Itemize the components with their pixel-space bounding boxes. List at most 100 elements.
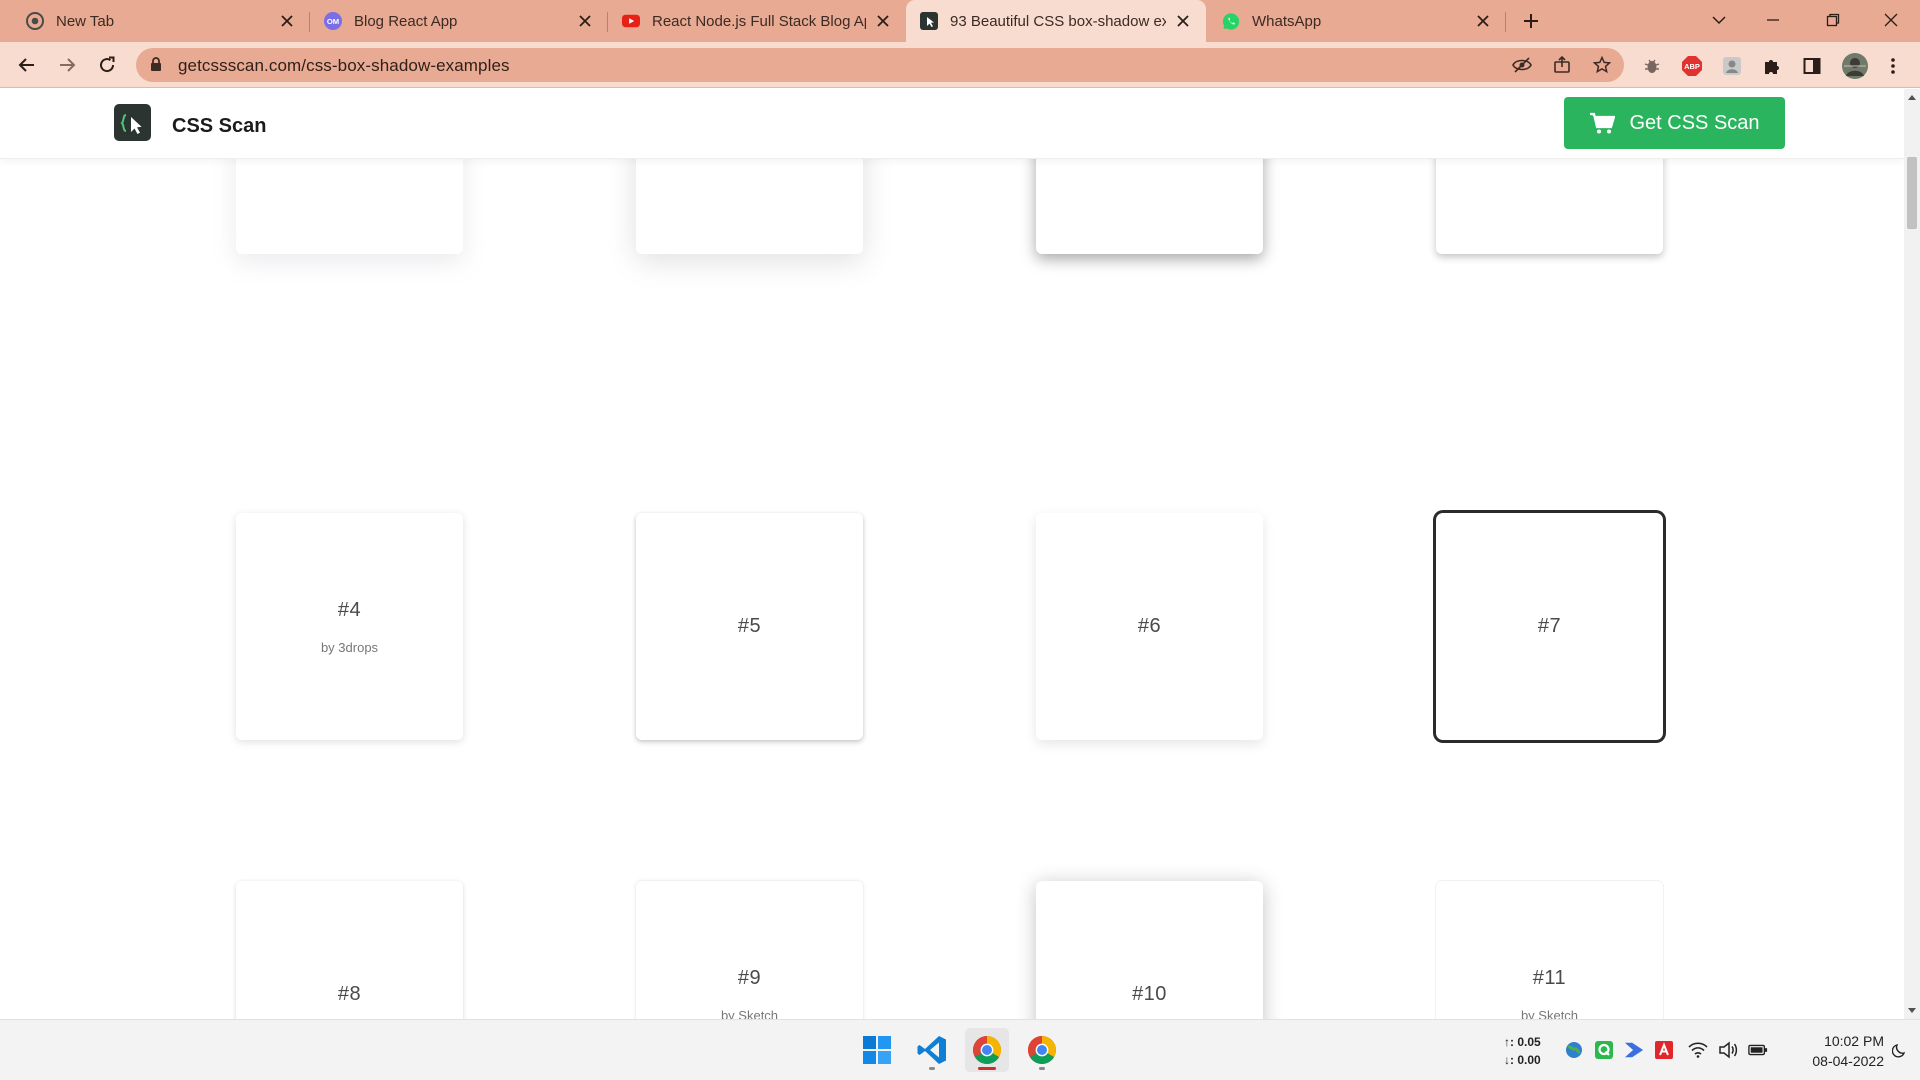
shopping-cart-icon [1590, 112, 1616, 134]
card-label: #11 [1532, 966, 1567, 989]
arrow-left-icon [18, 58, 34, 72]
scroll-down-arrow-icon[interactable] [1904, 1003, 1920, 1019]
close-window-button[interactable] [1862, 0, 1920, 40]
page-scrollbar[interactable] [1904, 89, 1920, 1019]
taskbar-chrome-second[interactable] [1020, 1028, 1064, 1072]
tab-css-box-shadow-examples[interactable]: 93 Beautiful CSS box-shadow examples [906, 0, 1206, 42]
windows-start-icon [863, 1036, 891, 1064]
card-credit: by Sketch [720, 1007, 779, 1020]
tab-youtube-video[interactable]: React Node.js Full Stack Blog App [608, 0, 906, 42]
plus-icon [1524, 14, 1538, 28]
bookmark-star-icon[interactable] [1592, 55, 1612, 75]
tab-search-button[interactable] [1690, 0, 1748, 40]
cssscan-favicon-icon [920, 12, 938, 30]
kebab-menu-icon[interactable] [1882, 55, 1904, 77]
shadow-card[interactable]: #7 [1436, 513, 1663, 740]
tab-title: 93 Beautiful CSS box-shadow examples [950, 12, 1166, 30]
tab-whatsapp[interactable]: WhatsApp [1208, 0, 1506, 42]
volume-icon[interactable] [1718, 1040, 1738, 1060]
chrome-icon [973, 1036, 1001, 1064]
system-clock[interactable]: 10:02 PM 08-04-2022 [1780, 1031, 1884, 1071]
lock-icon[interactable] [150, 57, 162, 77]
red-app-tray-icon[interactable] [1654, 1040, 1674, 1060]
minimize-button[interactable] [1744, 0, 1802, 40]
shadow-card[interactable]: #11 by Sketch [1436, 881, 1663, 1019]
new-tab-button[interactable] [1518, 8, 1544, 34]
forward-button[interactable] [52, 50, 82, 80]
tab-new-tab[interactable]: New Tab [12, 0, 310, 42]
scrollbar-thumb[interactable] [1907, 157, 1917, 229]
close-icon[interactable] [1474, 12, 1492, 30]
whatsapp-icon [1222, 12, 1240, 30]
clock-date: 08-04-2022 [1812, 1053, 1884, 1069]
address-bar[interactable]: getcssscan.com/css-box-shadow-examples [136, 48, 1624, 82]
tab-blog-react-app[interactable]: OM Blog React App [310, 0, 608, 42]
taskbar-chrome-active[interactable] [965, 1028, 1009, 1072]
close-icon[interactable] [278, 12, 296, 30]
net-download: ↓: 0.00 [1504, 1053, 1541, 1067]
close-icon[interactable] [576, 12, 594, 30]
arrow-right-icon [60, 58, 76, 72]
restore-button[interactable] [1804, 0, 1862, 40]
tab-title: Blog React App [354, 12, 458, 30]
card-label: #10 [1132, 983, 1167, 1005]
shadow-card[interactable]: #6 [1036, 513, 1263, 740]
puzzle-extensions-icon[interactable] [1761, 55, 1783, 77]
share-icon[interactable] [1552, 55, 1572, 75]
tracking-protection-icon[interactable] [1512, 55, 1532, 75]
windows-taskbar: ↑: 0.05 ↓: 0.00 10:02 PM 08-04-2022 [0, 1019, 1920, 1080]
minimize-icon [1767, 19, 1779, 21]
card-credit: by Sketch [1520, 1007, 1579, 1020]
site-header: CSS Scan Get CSS Scan [0, 89, 1904, 159]
get-css-scan-button[interactable]: Get CSS Scan [1564, 97, 1785, 149]
shadow-card[interactable]: #5 [636, 513, 863, 740]
tab-title: WhatsApp [1252, 12, 1322, 30]
chevron-down-icon [1712, 16, 1726, 25]
shadow-card[interactable]: #9 by Sketch [636, 881, 863, 1019]
card-label: #8 [337, 983, 362, 1005]
notification-icon[interactable] [1890, 1040, 1910, 1060]
card-label: #6 [1137, 615, 1162, 637]
close-icon[interactable] [1174, 12, 1192, 30]
om-badge-icon: OM [324, 12, 342, 30]
adblock-extension-icon[interactable]: ABP [1681, 55, 1703, 77]
clock-time: 10:02 PM [1824, 1033, 1884, 1049]
globe-tray-icon[interactable] [1564, 1040, 1584, 1060]
restore-icon [1826, 13, 1840, 27]
close-icon [1884, 13, 1898, 27]
browser-toolbar: getcssscan.com/css-box-shadow-examples A… [0, 42, 1920, 88]
sidebar-icon[interactable] [1801, 55, 1823, 77]
card-label: #9 [737, 966, 762, 989]
chrome-icon [26, 12, 44, 30]
cssscan-logo-icon[interactable] [114, 104, 151, 141]
bug-extension-icon[interactable] [1641, 55, 1663, 77]
url-text[interactable]: getcssscan.com/css-box-shadow-examples [178, 56, 510, 76]
wifi-icon[interactable] [1688, 1040, 1708, 1060]
card-label: #5 [737, 615, 762, 637]
scroll-up-arrow-icon[interactable] [1904, 89, 1920, 105]
page-viewport: CSS Scan Get CSS Scan #0 #1 #2 #3 #4 by … [0, 89, 1904, 1019]
svg-text:ABP: ABP [1684, 62, 1700, 71]
shadow-card[interactable]: #10 [1036, 881, 1263, 1019]
tab-strip: New Tab OM Blog React App React Node.js … [0, 0, 1920, 42]
q-app-tray-icon[interactable] [1594, 1040, 1614, 1060]
shadow-card[interactable]: #4 by 3drops [236, 513, 463, 740]
site-name[interactable]: CSS Scan [172, 115, 266, 138]
chrome-icon [1028, 1036, 1056, 1064]
windows-start-button[interactable] [855, 1028, 899, 1072]
close-icon[interactable] [874, 12, 892, 30]
shadow-card[interactable]: #8 [236, 881, 463, 1019]
taskbar-vscode[interactable] [910, 1028, 954, 1072]
battery-icon[interactable] [1748, 1040, 1768, 1060]
profile-extension-icon[interactable] [1721, 55, 1743, 77]
tab-title: New Tab [56, 12, 115, 30]
reload-button[interactable] [92, 50, 122, 80]
net-upload: ↑: 0.05 [1504, 1035, 1541, 1049]
back-button[interactable] [12, 50, 42, 80]
avatar-icon[interactable] [1841, 52, 1869, 80]
cta-label: Get CSS Scan [1629, 111, 1760, 134]
card-label: #4 [337, 598, 362, 621]
reload-icon [100, 56, 115, 73]
arrow-app-tray-icon[interactable] [1624, 1040, 1644, 1060]
network-speed-monitor[interactable]: ↑: 0.05 ↓: 0.00 [1504, 1033, 1541, 1069]
